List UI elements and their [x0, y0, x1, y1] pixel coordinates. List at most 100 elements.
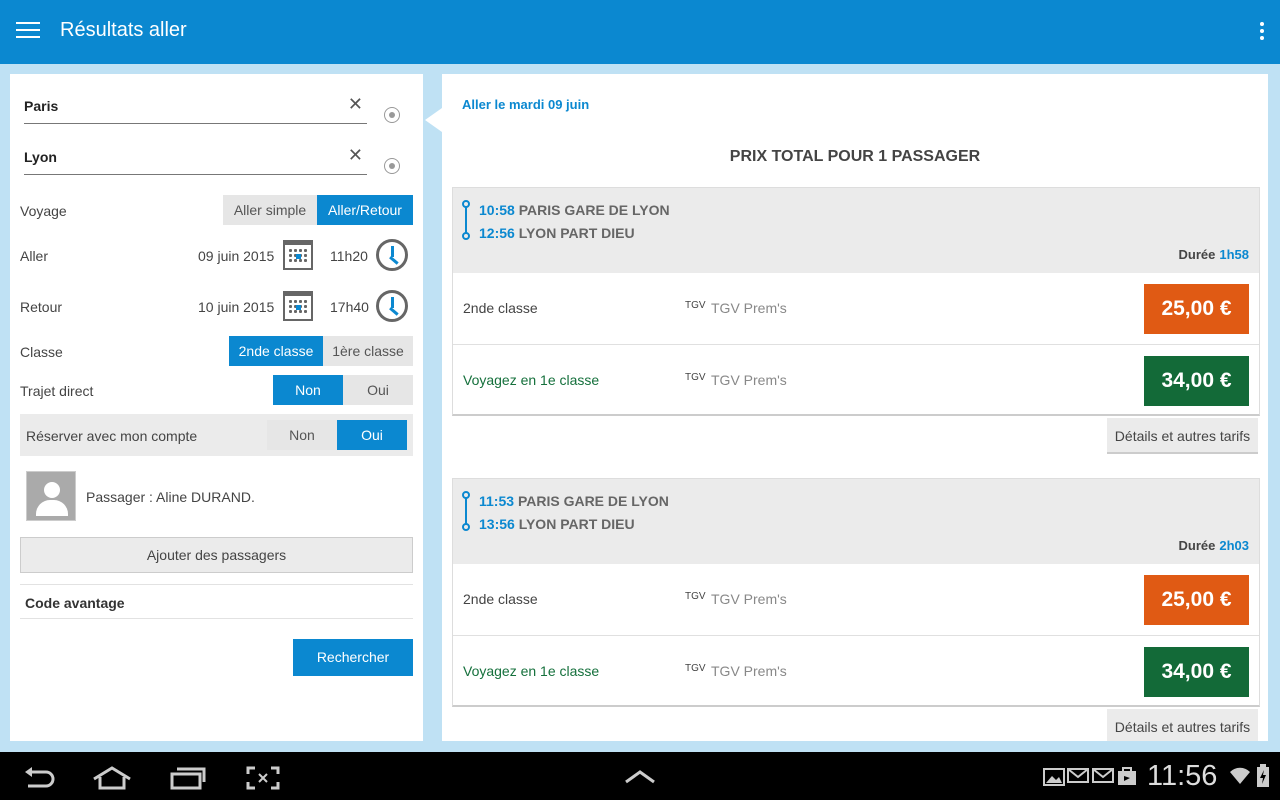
- duration-value: 1h58: [1219, 247, 1249, 262]
- price-header: PRIX TOTAL POUR 1 PASSAGER: [729, 148, 981, 165]
- direct-oui-option[interactable]: Oui: [343, 375, 413, 405]
- duration: Durée 1h58: [1179, 247, 1250, 262]
- direct-non-option[interactable]: Non: [273, 375, 343, 405]
- departure-field[interactable]: Paris ✕: [24, 94, 367, 124]
- duration: Durée 2h03: [1179, 538, 1250, 553]
- classe-toggle: 2nde classe 1ère classe: [229, 336, 413, 366]
- avatar: [26, 471, 76, 521]
- retour-date[interactable]: 10 juin 2015: [198, 299, 274, 315]
- results-date-header: Aller le mardi 09 juin: [462, 97, 590, 112]
- store-notification-icon: [1118, 767, 1136, 785]
- retour-calendar-icon[interactable]: [283, 291, 313, 321]
- screenshot-icon[interactable]: [246, 766, 280, 790]
- seconde-classe-option[interactable]: 2nde classe: [229, 336, 323, 366]
- divider: [20, 618, 413, 619]
- fare-class: 2nde classe: [463, 300, 538, 316]
- aller-label: Aller: [20, 248, 49, 264]
- departure-time: 11:53: [479, 493, 515, 509]
- arrival-value: Lyon: [24, 149, 57, 165]
- fare-name: TGV Prem's: [711, 300, 787, 316]
- trip-header: 10:58 PARIS GARE DE LYON 12:56 LYON PART…: [453, 188, 1259, 273]
- tgv-logo: TGV: [685, 300, 706, 311]
- gallery-notification-icon: [1043, 768, 1065, 786]
- back-icon[interactable]: [22, 766, 56, 790]
- fare-row[interactable]: Voyagez en 1e classe TGV TGV Prem's 34,0…: [453, 636, 1259, 707]
- battery-charging-icon: [1257, 764, 1269, 787]
- departure-station: PARIS GARE DE LYON: [518, 202, 670, 218]
- aller-clock-icon[interactable]: [376, 239, 408, 271]
- fare-name: TGV Prem's: [711, 663, 787, 679]
- locate-arrival-icon[interactable]: [384, 158, 400, 174]
- price-button[interactable]: 25,00 €: [1144, 284, 1249, 334]
- mail-notification-icon: [1092, 768, 1114, 783]
- retour-clock-icon[interactable]: [376, 290, 408, 322]
- aller-time[interactable]: 11h20: [330, 248, 368, 264]
- system-bar: 11:56: [0, 752, 1280, 800]
- arrival-field[interactable]: Lyon ✕: [24, 145, 367, 175]
- fare-row[interactable]: 2nde classe TGV TGV Prem's 25,00 €: [453, 273, 1259, 344]
- arrival-station: LYON PART DIEU: [518, 225, 635, 241]
- departure-value: Paris: [24, 98, 59, 114]
- aller-date[interactable]: 09 juin 2015: [198, 248, 274, 264]
- fare-name: TGV Prem's: [711, 591, 787, 607]
- add-passengers-button[interactable]: Ajouter des passagers: [20, 537, 413, 573]
- compte-oui-option[interactable]: Oui: [337, 420, 407, 450]
- aller-retour-option[interactable]: Aller/Retour: [317, 195, 413, 225]
- voyage-label: Voyage: [20, 203, 67, 219]
- home-icon[interactable]: [92, 766, 132, 790]
- passenger-name: Passager : Aline DURAND.: [86, 489, 255, 505]
- voyage-toggle: Aller simple Aller/Retour: [223, 195, 413, 225]
- departure-time: 10:58: [479, 202, 515, 218]
- compte-toggle: Non Oui: [267, 420, 407, 450]
- clock-time: 11:56: [1147, 760, 1218, 792]
- clear-arrival-icon[interactable]: ✕: [348, 145, 363, 166]
- recent-apps-icon[interactable]: [170, 766, 206, 790]
- premiere-classe-option[interactable]: 1ère classe: [323, 336, 413, 366]
- compte-non-option[interactable]: Non: [267, 420, 337, 450]
- results-panel: Aller le mardi 09 juin PRIX TOTAL POUR 1…: [442, 74, 1268, 741]
- departure-station: PARIS GARE DE LYON: [517, 493, 669, 509]
- overflow-menu-icon[interactable]: [1258, 22, 1266, 42]
- retour-time[interactable]: 17h40: [330, 299, 369, 315]
- arrival-stop: 12:56 LYON PART DIEU: [479, 225, 635, 241]
- search-button[interactable]: Rechercher: [293, 639, 413, 676]
- tgv-logo: TGV: [685, 591, 706, 602]
- divider: [20, 584, 413, 585]
- arrival-stop: 13:56 LYON PART DIEU: [479, 516, 635, 532]
- departure-stop: 10:58 PARIS GARE DE LYON: [479, 202, 670, 218]
- fare-class: Voyagez en 1e classe: [463, 663, 600, 679]
- duration-label: Durée: [1178, 538, 1216, 553]
- arrival-time: 13:56: [479, 516, 515, 532]
- tgv-logo: TGV: [685, 372, 706, 383]
- clear-departure-icon[interactable]: ✕: [348, 94, 363, 115]
- arrival-time: 12:56: [479, 225, 515, 241]
- wifi-icon: [1230, 767, 1250, 784]
- details-button[interactable]: Détails et autres tarifs: [1107, 709, 1258, 741]
- duration-label: Durée: [1178, 247, 1216, 262]
- details-button[interactable]: Détails et autres tarifs: [1107, 418, 1258, 454]
- hamburger-menu-icon[interactable]: [16, 22, 40, 42]
- code-avantage-field[interactable]: Code avantage: [25, 595, 125, 611]
- timeline-icon: [462, 200, 470, 240]
- trajet-direct-label: Trajet direct: [20, 383, 94, 399]
- departure-stop: 11:53 PARIS GARE DE LYON: [479, 493, 669, 509]
- search-panel: Paris ✕ Lyon ✕ Voyage Aller simple Aller…: [10, 74, 423, 741]
- price-button[interactable]: 25,00 €: [1144, 575, 1249, 625]
- classe-label: Classe: [20, 344, 63, 360]
- chevron-up-icon[interactable]: [624, 770, 656, 784]
- panel-pointer: [425, 108, 442, 132]
- page-title: Résultats aller: [60, 19, 187, 41]
- fare-row[interactable]: Voyagez en 1e classe TGV TGV Prem's 34,0…: [453, 345, 1259, 416]
- trajet-direct-toggle: Non Oui: [273, 375, 413, 405]
- price-button[interactable]: 34,00 €: [1144, 647, 1249, 697]
- locate-departure-icon[interactable]: [384, 107, 400, 123]
- arrival-station: LYON PART DIEU: [518, 516, 635, 532]
- trip-card[interactable]: 11:53 PARIS GARE DE LYON 13:56 LYON PART…: [452, 478, 1260, 707]
- trip-card[interactable]: 10:58 PARIS GARE DE LYON 12:56 LYON PART…: [452, 187, 1260, 416]
- aller-simple-option[interactable]: Aller simple: [223, 195, 317, 225]
- duration-value: 2h03: [1219, 538, 1249, 553]
- retour-label: Retour: [20, 299, 63, 315]
- fare-row[interactable]: 2nde classe TGV TGV Prem's 25,00 €: [453, 564, 1259, 635]
- price-button[interactable]: 34,00 €: [1144, 356, 1249, 406]
- aller-calendar-icon[interactable]: [283, 240, 313, 270]
